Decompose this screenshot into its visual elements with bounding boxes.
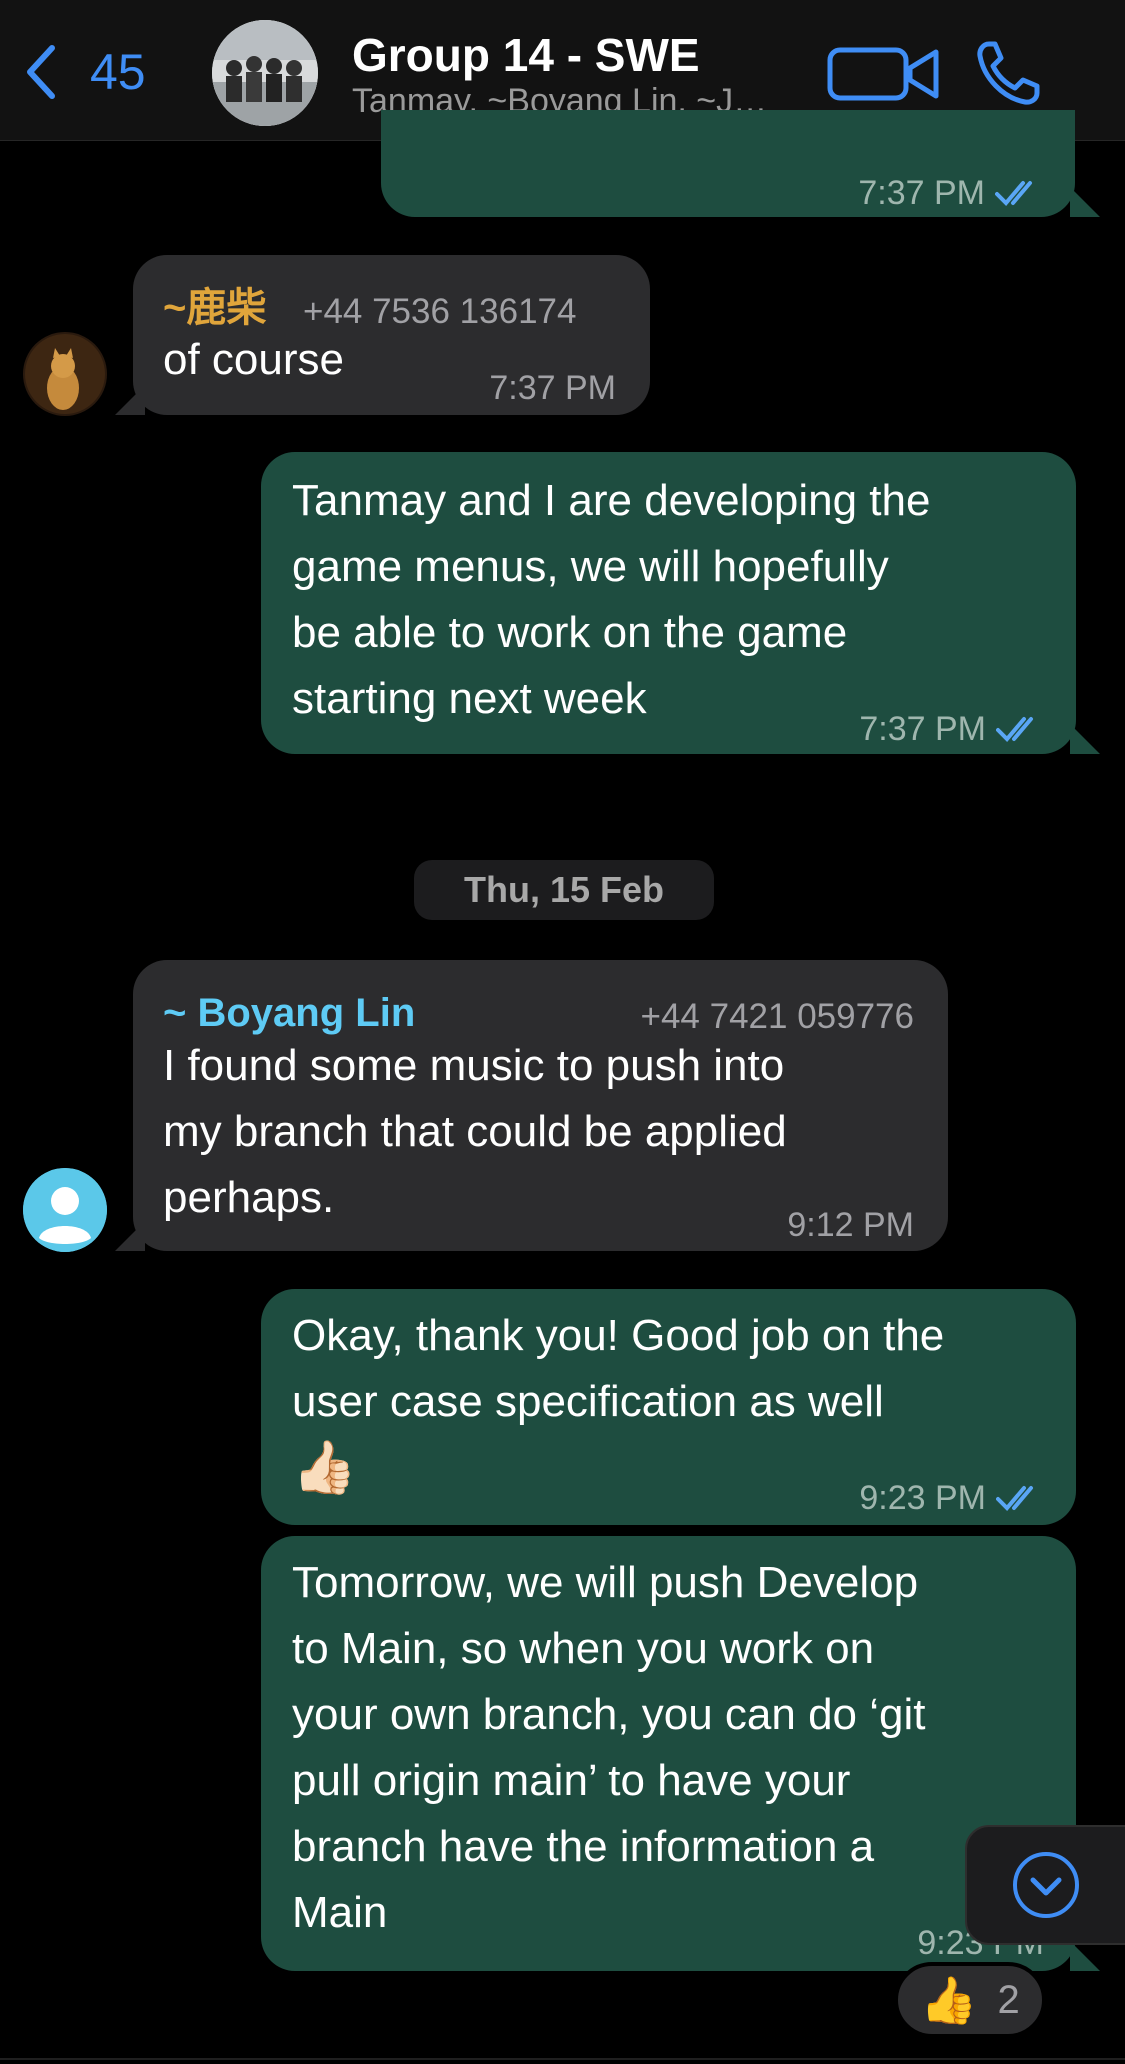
sender-avatar[interactable] xyxy=(23,332,107,416)
message-time: 9:12 PM xyxy=(787,1206,914,1244)
message-line: Tomorrow, we will push Develop xyxy=(292,1558,919,1607)
chat-title[interactable]: Group 14 - SWE xyxy=(352,28,700,82)
message-line: your own branch, you can do ‘git xyxy=(292,1690,926,1739)
sender-avatar[interactable] xyxy=(23,1168,107,1252)
message-line: be able to work on the game xyxy=(292,608,848,657)
message-line: Main xyxy=(292,1888,388,1937)
message-line: user case specification as well xyxy=(292,1377,884,1426)
message-meta: 7:37 PM xyxy=(858,160,1043,226)
read-ticks-icon xyxy=(995,181,1032,206)
date-separator: Thu, 15 Feb xyxy=(414,860,714,920)
outgoing-message[interactable]: Tanmay and I are developing the game men… xyxy=(261,452,1076,754)
message-time: 7:37 PM xyxy=(859,710,986,748)
back-button[interactable]: 45 xyxy=(22,42,146,102)
message-line: starting next week xyxy=(292,674,647,723)
group-photo xyxy=(212,20,318,126)
divider xyxy=(0,2058,1125,2060)
read-ticks-icon xyxy=(996,717,1033,742)
message-line: game menus, we will hopefully xyxy=(292,542,889,591)
cat-avatar-image xyxy=(23,332,107,416)
chevron-down-circle-icon xyxy=(1013,1852,1079,1918)
message-reaction[interactable]: 👍 2 xyxy=(894,1962,1046,2038)
message-line: pull origin main’ to have your xyxy=(292,1756,851,1805)
bubble-tail xyxy=(1070,1941,1100,1971)
message-meta: 7:37 PM xyxy=(859,696,1044,762)
message-line: branch have the information a xyxy=(292,1822,875,1871)
read-ticks-icon xyxy=(996,1486,1033,1511)
message-text: of course xyxy=(163,335,344,384)
message-time: 7:37 PM xyxy=(858,174,985,212)
message-line: I found some music to push into xyxy=(163,1041,785,1090)
message-line: Okay, thank you! Good job on the xyxy=(292,1311,945,1360)
voice-call-button[interactable] xyxy=(975,40,1045,106)
phone-icon xyxy=(977,41,1040,105)
video-camera-icon xyxy=(827,47,939,101)
message-time: 7:37 PM xyxy=(489,369,616,407)
sender-phone: +44 7536 136174 xyxy=(303,292,577,331)
bubble-tail xyxy=(1070,724,1100,754)
outgoing-message[interactable]: Okay, thank you! Good job on the user ca… xyxy=(261,1289,1076,1525)
message-meta: 7:37 PM xyxy=(489,355,616,421)
bubble-tail xyxy=(1070,187,1100,217)
reaction-emoji: 👍 xyxy=(920,1974,978,2026)
message-line: my branch that could be applied xyxy=(163,1107,787,1156)
message-line: to Main, so when you work on xyxy=(292,1624,875,1673)
incoming-message[interactable]: ~鹿柴 +44 7536 136174 of course 7:37 PM xyxy=(133,255,650,415)
video-call-button[interactable] xyxy=(826,44,946,104)
bubble-tail xyxy=(115,1221,145,1251)
scroll-to-bottom-button[interactable] xyxy=(965,1825,1125,1945)
message-time: 9:23 PM xyxy=(859,1479,986,1517)
chevron-left-icon xyxy=(27,45,55,99)
outgoing-message[interactable]: Tomorrow, we will push Develop to Main, … xyxy=(261,1536,1076,1971)
message-line: Tanmay and I are developing the xyxy=(292,476,931,525)
unread-count[interactable]: 45 xyxy=(90,43,146,101)
reaction-count: 2 xyxy=(997,1977,1020,2022)
thumbs-up-emoji: 👍🏻 xyxy=(292,1439,357,1497)
group-avatar[interactable] xyxy=(212,20,318,126)
incoming-message[interactable]: ~ Boyang Lin +44 7421 059776 I found som… xyxy=(133,960,948,1251)
bubble-tail xyxy=(115,385,145,415)
message-meta: 9:12 PM xyxy=(787,1192,914,1258)
message-meta: 9:23 PM xyxy=(859,1465,1044,1531)
message-line: perhaps. xyxy=(163,1173,335,1222)
default-person-icon xyxy=(23,1168,107,1252)
outgoing-message[interactable]: 7:37 PM xyxy=(381,110,1075,217)
